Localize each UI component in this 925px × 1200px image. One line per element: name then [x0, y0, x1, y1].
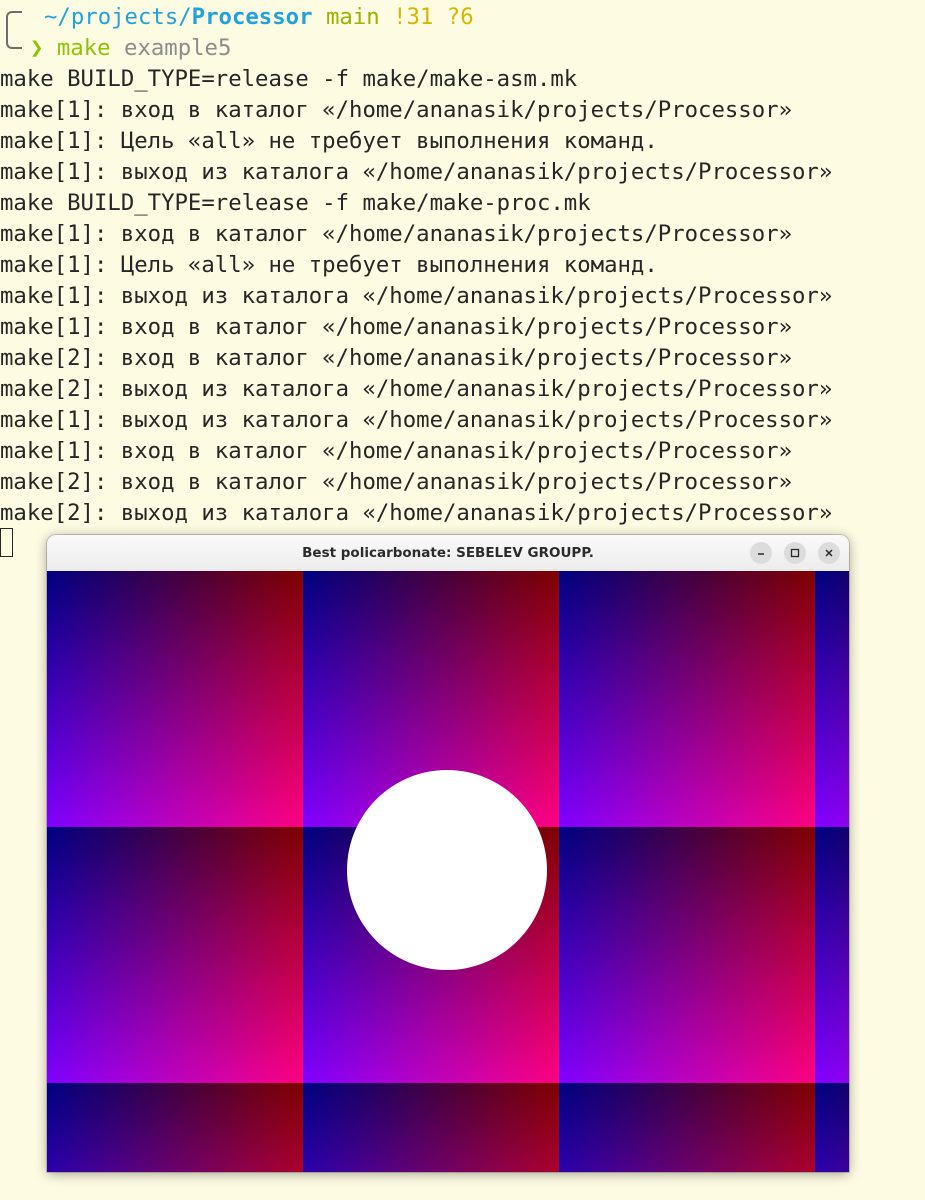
- window-titlebar[interactable]: Best policarbonate: SEBELEV GROUPP.: [47, 535, 849, 572]
- maximize-icon: [790, 548, 800, 558]
- output-line: make[2]: вход в каталог «/home/ananasik/…: [0, 469, 793, 495]
- prompt-bracket-bottom: [6, 32, 22, 49]
- graphics-window[interactable]: Best policarbonate: SEBELEV GROUPP.: [47, 535, 849, 1172]
- output-line: make[1]: Цель «all» не требует выполнени…: [0, 128, 658, 154]
- white-circle: [347, 770, 547, 970]
- window-title: Best policarbonate: SEBELEV GROUPP.: [302, 545, 594, 561]
- gradient-pattern-image: [47, 571, 849, 1172]
- command-argument: example5: [124, 35, 232, 61]
- output-line: make BUILD_TYPE=release -f make/make-asm…: [0, 66, 578, 92]
- output-line: make[2]: выход из каталога «/home/ananas…: [0, 376, 833, 402]
- output-line: make BUILD_TYPE=release -f make/make-pro…: [0, 190, 591, 216]
- output-line: make[2]: выход из каталога «/home/ananas…: [0, 500, 833, 526]
- output-line: make[1]: выход из каталога «/home/ananas…: [0, 159, 833, 185]
- output-line: make[1]: выход из каталога «/home/ananas…: [0, 283, 833, 309]
- output-line: make[2]: вход в каталог «/home/ananasik/…: [0, 345, 793, 371]
- output-line: make[1]: вход в каталог «/home/ananasik/…: [0, 221, 793, 247]
- command-name: make: [56, 35, 111, 61]
- render-canvas[interactable]: [47, 571, 849, 1172]
- maximize-button[interactable]: [784, 542, 806, 564]
- prompt-path-prefix: ~/projects/: [44, 4, 192, 30]
- output-line: make[1]: вход в каталог «/home/ananasik/…: [0, 97, 793, 123]
- text-cursor: [0, 528, 13, 557]
- output-line: make[1]: вход в каталог «/home/ananasik/…: [0, 314, 793, 340]
- minimize-button[interactable]: [750, 542, 772, 564]
- git-branch: main: [325, 4, 380, 30]
- output-line: make[1]: выход из каталога «/home/ananas…: [0, 407, 833, 433]
- close-icon: [825, 549, 833, 557]
- minimize-icon: [758, 553, 764, 555]
- prompt-line-1: ~/projects/Processor main !31 ?6: [44, 2, 474, 33]
- prompt-bracket-top: [6, 11, 22, 34]
- output-line: make[1]: Цель «all» не требует выполнени…: [0, 252, 658, 278]
- output-line: make[1]: вход в каталог «/home/ananasik/…: [0, 438, 793, 464]
- prompt-path-dir: Processor: [191, 4, 313, 30]
- close-button[interactable]: [818, 542, 840, 564]
- prompt-arrow-icon: ❯: [30, 35, 44, 61]
- prompt-line-2: ❯ make example5: [30, 33, 231, 64]
- git-status: !31 ?6: [393, 4, 474, 30]
